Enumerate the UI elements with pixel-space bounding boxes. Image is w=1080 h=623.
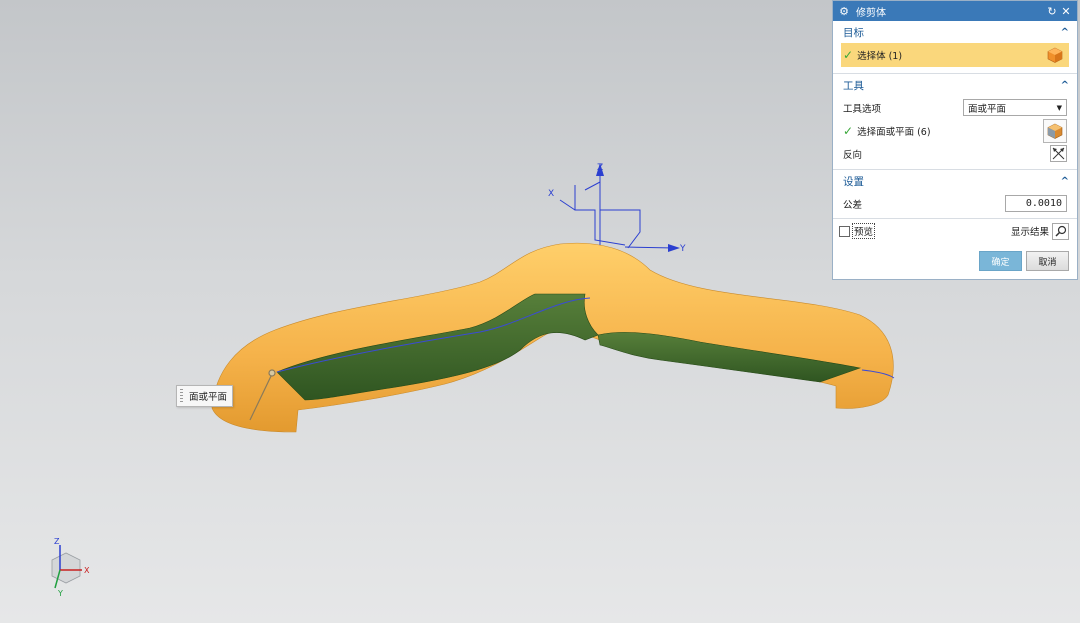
magnifier-icon — [1054, 225, 1066, 237]
target-header-label: 目标 — [843, 26, 864, 39]
select-body-row[interactable]: ✓ 选择体 (1) — [841, 43, 1069, 67]
settings-group-header[interactable]: 设置 ^ — [833, 170, 1077, 192]
target-group-header[interactable]: 目标 ^ — [833, 21, 1077, 43]
preview-row: 预览 显示结果 — [833, 219, 1077, 243]
tool-header-label: 工具 — [843, 79, 864, 92]
gear-icon: ⚙ — [839, 4, 849, 18]
face-cube-icon — [1047, 123, 1063, 139]
csys-y-arrow — [668, 244, 680, 252]
checkbox-icon[interactable] — [839, 225, 850, 237]
tool-group: 工具 ^ 工具选项 面或平面 ▼ ✓ 选择面或平面 (6) 反向 — [833, 74, 1077, 170]
tolerance-input[interactable]: 0.0010 — [1005, 195, 1067, 212]
select-body-label: 选择体 (1) — [857, 51, 903, 62]
preview-checkbox[interactable]: 预览 — [839, 223, 876, 239]
tool-option-row: 工具选项 面或平面 ▼ — [833, 96, 1077, 119]
tolerance-row: 公差 0.0010 — [833, 192, 1077, 215]
settings-group: 设置 ^ 公差 0.0010 — [833, 170, 1077, 219]
triad-x-label: X — [84, 566, 90, 575]
triad-y-label: Y — [57, 589, 63, 598]
settings-header-label: 设置 — [843, 175, 864, 188]
select-face-button[interactable] — [1043, 118, 1067, 143]
check-icon: ✓ — [843, 48, 854, 62]
target-group: 目标 ^ ✓ 选择体 (1) — [833, 21, 1077, 74]
chevron-up-icon[interactable]: ^ — [1061, 27, 1069, 38]
tolerance-label: 公差 — [843, 199, 863, 211]
trimmed-body — [211, 242, 894, 433]
dialog-buttons: 确定 取消 — [979, 251, 1069, 271]
select-face-row[interactable]: ✓ 选择面或平面 (6) — [833, 118, 1077, 143]
select-face-label: 选择面或平面 (6) — [857, 126, 931, 138]
select-body-button[interactable] — [1043, 43, 1067, 67]
tool-option-select[interactable]: 面或平面 ▼ — [963, 99, 1067, 116]
wcs-csys — [559, 170, 676, 249]
show-result-button[interactable] — [1052, 222, 1069, 240]
csys-z-label: Z — [597, 163, 603, 173]
show-result-label: 显示结果 — [1010, 227, 1049, 238]
check-icon: ✓ — [843, 123, 854, 138]
dialog-titlebar[interactable]: ⚙ 修剪体 ↻ ✕ — [833, 1, 1077, 21]
reverse-row: 反向 — [833, 142, 1077, 165]
dropdown-arrow-icon: ▼ — [1056, 103, 1062, 112]
triad-z-label: Z — [54, 537, 60, 546]
tool-option-label: 工具选项 — [843, 103, 882, 115]
view-triad: Z X Y — [51, 537, 90, 598]
grip-icon — [180, 389, 183, 403]
chevron-up-icon[interactable]: ^ — [1061, 176, 1069, 187]
csys-y-label: Y — [679, 244, 686, 254]
chevron-up-icon[interactable]: ^ — [1061, 80, 1069, 91]
trim-body-dialog: ⚙ 修剪体 ↻ ✕ 目标 ^ ✓ 选择体 (1) 工具 ^ 工具选项 面或平面 … — [832, 0, 1078, 280]
tool-group-header[interactable]: 工具 ^ — [833, 74, 1077, 96]
reverse-direction-icon — [1052, 147, 1065, 160]
reset-icon[interactable]: ↻ — [1045, 5, 1059, 18]
cancel-button[interactable]: 取消 — [1026, 251, 1069, 271]
hint-text: 面或平面 — [189, 392, 228, 403]
selection-hint-label: 面或平面 — [176, 385, 234, 407]
ok-button[interactable]: 确定 — [979, 251, 1022, 271]
close-icon[interactable]: ✕ — [1059, 5, 1073, 18]
tool-option-value: 面或平面 — [968, 103, 1007, 115]
preview-label: 预览 — [852, 223, 876, 239]
csys-x-label: X — [548, 189, 554, 199]
reverse-direction-button[interactable] — [1050, 145, 1067, 162]
reverse-label: 反向 — [843, 149, 863, 161]
cube-icon — [1047, 47, 1063, 63]
dialog-title: 修剪体 — [856, 7, 886, 19]
